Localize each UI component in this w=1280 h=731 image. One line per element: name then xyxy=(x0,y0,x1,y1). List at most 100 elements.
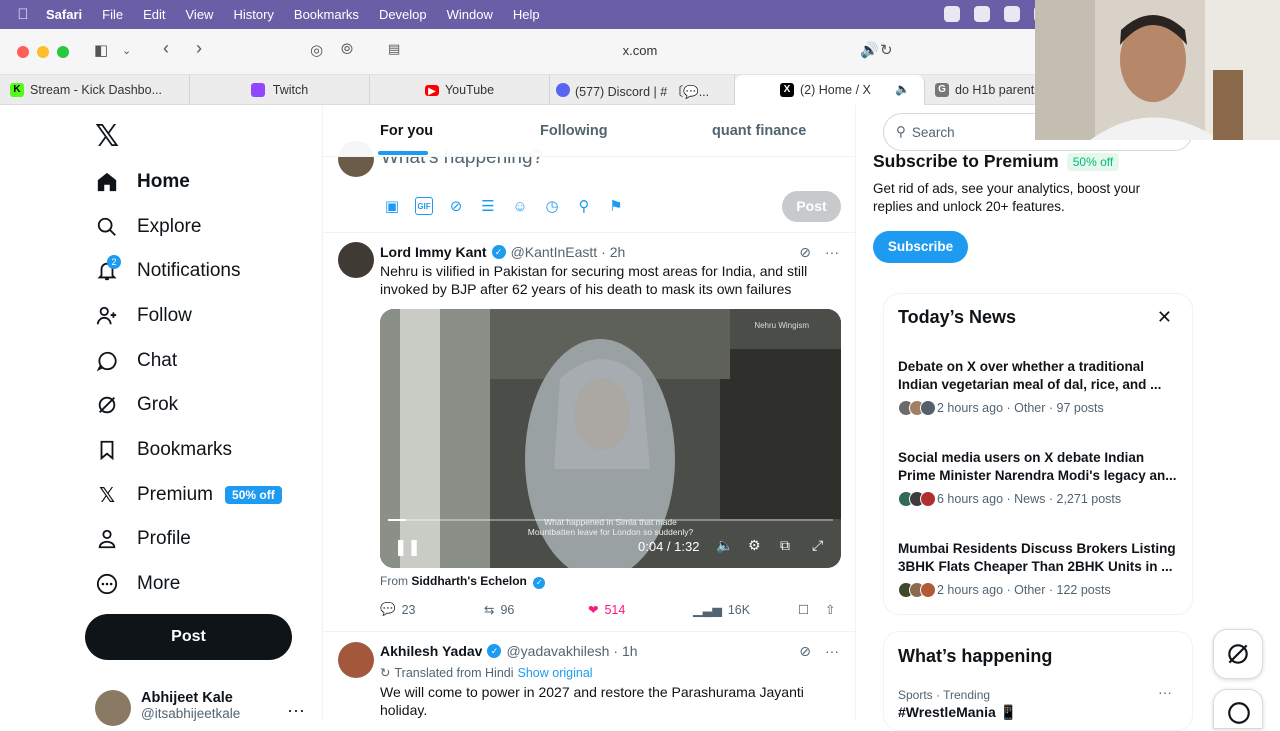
menu-window[interactable]: Window xyxy=(447,7,493,22)
settings-icon[interactable]: ⚙ xyxy=(748,537,761,554)
like-button[interactable]: ❤ 514 xyxy=(588,602,625,618)
menu-develop[interactable]: Develop xyxy=(379,7,427,22)
emoji-icon[interactable]: ☺ xyxy=(511,197,529,215)
pause-icon[interactable]: ❚❚ xyxy=(394,537,421,557)
bookmark-button[interactable]: ☐ xyxy=(798,602,809,617)
tweet-time[interactable]: · 2h xyxy=(601,244,625,260)
more-dots-icon[interactable]: ··· xyxy=(825,643,839,660)
nav-grok[interactable]: Grok xyxy=(95,390,178,420)
grok-icon[interactable]: ⊘ xyxy=(447,197,465,215)
tab-x-home[interactable]: X (2) Home / X 🔈 xyxy=(735,75,925,105)
grok-icon[interactable]: ⊘ xyxy=(799,643,811,660)
author-handle[interactable]: @yadavakhilesh xyxy=(506,643,609,659)
nav-more[interactable]: More xyxy=(95,569,180,599)
reload-icon[interactable]: ↻ xyxy=(880,41,893,59)
news-meta-text: 2 hours ago · Other · 97 posts xyxy=(937,401,1104,415)
post-button[interactable]: Post xyxy=(85,614,292,660)
more-dots-icon[interactable]: ··· xyxy=(1158,684,1172,700)
avatar[interactable] xyxy=(338,242,374,278)
minimize-window-button[interactable] xyxy=(37,46,49,58)
nav-follow[interactable]: Follow xyxy=(95,301,192,331)
tab-for-you[interactable]: For you xyxy=(380,123,433,139)
pip-icon[interactable]: ⧉ xyxy=(780,537,790,554)
menu-view[interactable]: View xyxy=(186,7,214,22)
chat-icon xyxy=(95,349,119,373)
speaker-icon[interactable]: 🔊 xyxy=(860,41,879,59)
flag-icon[interactable]: ⚑ xyxy=(607,197,625,215)
forward-icon[interactable]: › xyxy=(196,38,202,59)
more-dots-icon[interactable]: ··· xyxy=(287,700,305,721)
schedule-icon[interactable]: ◷ xyxy=(543,197,561,215)
volume-icon[interactable]: 🔈 xyxy=(716,537,733,554)
address-bar[interactable]: x.com xyxy=(520,43,760,58)
fullscreen-icon[interactable]: ⤢ xyxy=(812,537,823,554)
news-item[interactable]: Mumbai Residents Discuss Brokers Listing… xyxy=(898,540,1183,598)
nav-home[interactable]: Home xyxy=(95,167,190,197)
compose-post-button[interactable]: Post xyxy=(782,191,841,222)
compass-icon[interactable]: ⦾ xyxy=(341,41,353,58)
reply-button[interactable]: 💬 23 xyxy=(380,602,415,617)
grok-floating-button[interactable] xyxy=(1213,629,1263,679)
show-original-link[interactable]: Show original xyxy=(518,666,593,680)
share-button[interactable]: ⇧ xyxy=(825,602,835,617)
tab-discord[interactable]: (577) Discord | # 〔💬... xyxy=(550,75,735,105)
video-player[interactable]: Nehru Wingism What happened in Simla tha… xyxy=(380,309,841,568)
author-name[interactable]: Lord Immy Kant xyxy=(380,244,487,260)
image-icon[interactable]: ▣ xyxy=(383,197,401,215)
poll-icon[interactable]: ☰ xyxy=(479,197,497,215)
menu-bookmarks[interactable]: Bookmarks xyxy=(294,7,359,22)
views-button[interactable]: ▁▃▅ 16K xyxy=(693,602,750,618)
zoom-window-button[interactable] xyxy=(57,46,69,58)
gif-icon[interactable]: GIF xyxy=(415,197,433,215)
status-icon[interactable] xyxy=(944,6,960,22)
tab-twitch[interactable]: Twitch xyxy=(190,75,370,105)
video-progress-bar[interactable] xyxy=(388,519,833,521)
source-account[interactable]: Siddharth's Echelon xyxy=(411,574,527,588)
menu-edit[interactable]: Edit xyxy=(143,7,165,22)
author-name[interactable]: Akhilesh Yadav xyxy=(380,643,482,659)
close-window-button[interactable] xyxy=(17,46,29,58)
news-item[interactable]: Debate on X over whether a traditional I… xyxy=(898,358,1183,416)
account-switcher[interactable]: Abhijeet Kale @itsabhijeetkale xyxy=(95,690,240,726)
news-meta: 2 hours ago · Other · 122 posts xyxy=(898,582,1183,598)
chevron-down-icon[interactable]: ⌄ xyxy=(122,44,131,57)
menu-app[interactable]: Safari xyxy=(46,7,82,22)
menu-help[interactable]: Help xyxy=(513,7,540,22)
messages-floating-button[interactable] xyxy=(1213,689,1263,729)
avatar[interactable] xyxy=(338,642,374,678)
tab-following[interactable]: Following xyxy=(540,123,608,139)
more-dots-icon[interactable]: ··· xyxy=(825,244,839,261)
sidebar-toggle-icon[interactable]: ◧ xyxy=(94,41,108,59)
author-handle[interactable]: @KantInEastt xyxy=(511,244,598,260)
bell-icon: 2 xyxy=(95,255,121,283)
nav-premium[interactable]: 𝕏 Premium 50% off xyxy=(95,480,282,510)
close-icon[interactable]: ✕ xyxy=(1157,307,1172,328)
tab-google[interactable]: G do H1b parents xyxy=(925,75,1045,105)
news-item[interactable]: Social media users on X debate Indian Pr… xyxy=(898,449,1183,507)
nav-notifications[interactable]: 2 Notifications xyxy=(95,255,241,286)
reader-icon[interactable]: ▤ xyxy=(388,41,400,57)
menu-file[interactable]: File xyxy=(102,7,123,22)
premium-description: Get rid of ads, see your analytics, boos… xyxy=(873,181,1141,214)
nav-chat[interactable]: Chat xyxy=(95,346,177,376)
tab-kick[interactable]: K Stream - Kick Dashbo... xyxy=(0,75,190,105)
tab-audio-icon[interactable]: 🔈 xyxy=(895,82,910,96)
status-icon[interactable] xyxy=(974,6,990,22)
x-logo-icon[interactable]: 𝕏 xyxy=(95,119,119,154)
nav-bookmarks[interactable]: Bookmarks xyxy=(95,435,232,465)
menu-history[interactable]: History xyxy=(233,7,273,22)
trend-name[interactable]: #WrestleMania 📱 xyxy=(898,704,1017,721)
grok-icon[interactable]: ⊘ xyxy=(799,244,811,261)
repost-button[interactable]: ⇆ 96 xyxy=(484,602,514,618)
back-icon[interactable]: ‹ xyxy=(163,38,169,59)
tab-quant-finance[interactable]: quant finance xyxy=(712,123,806,139)
nav-profile[interactable]: Profile xyxy=(95,524,191,554)
location-icon[interactable]: ⚲ xyxy=(575,197,593,215)
subscribe-button[interactable]: Subscribe xyxy=(873,231,968,263)
extension-icon[interactable]: ◎ xyxy=(310,41,323,59)
status-icon[interactable] xyxy=(1004,6,1020,22)
tab-youtube[interactable]: ▶ YouTube xyxy=(370,75,550,105)
apple-icon[interactable]:  xyxy=(0,6,46,23)
tweet-time[interactable]: · 1h xyxy=(613,643,637,659)
nav-explore[interactable]: Explore xyxy=(95,212,201,242)
